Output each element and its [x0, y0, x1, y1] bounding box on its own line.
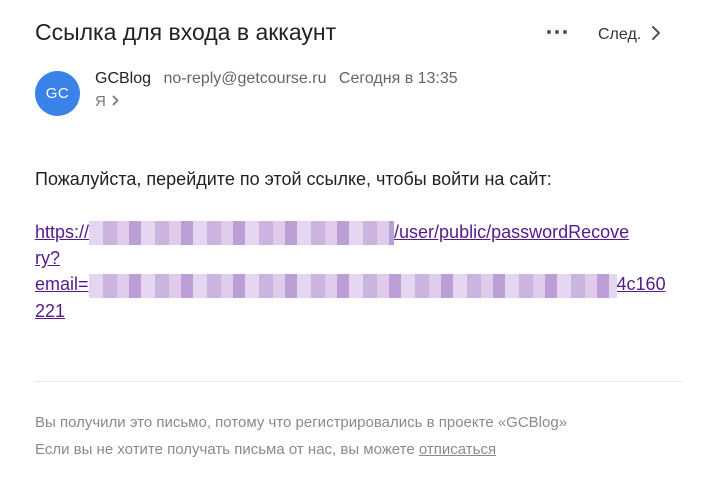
- recipient-toggle[interactable]: Я: [95, 92, 119, 112]
- footer-divider: [35, 381, 682, 382]
- email-date: Сегодня в 13:35: [338, 70, 458, 87]
- link-part-2: /user/public/passwordRecove: [394, 222, 630, 242]
- link-part-5: 4c160: [616, 274, 666, 295]
- sender-avatar[interactable]: GC: [35, 71, 80, 116]
- avatar-initials: GC: [45, 85, 70, 102]
- more-dots-icon: [545, 30, 569, 34]
- link-part-6: 221: [35, 300, 66, 321]
- sender-info: GCBlog no-reply@getcourse.ru Сегодня в 1…: [95, 68, 458, 90]
- link-part-3: ry?: [35, 248, 61, 269]
- link-part-1: https://: [35, 222, 90, 242]
- redacted-domain: [89, 221, 395, 246]
- recipient-label: Я: [95, 93, 106, 110]
- redacted-email-params: [88, 273, 617, 298]
- footer-notice: Вы получили это письмо, потому что регис…: [35, 414, 568, 431]
- email-view: Ссылка для входа в аккаунт След. GC GCBl…: [0, 0, 719, 493]
- sender-email[interactable]: no-reply@getcourse.ru: [163, 70, 326, 87]
- link-part-4: email=: [35, 274, 89, 295]
- more-actions-button[interactable]: [545, 20, 569, 44]
- login-link[interactable]: https:///user/public/passwordRecove ry? …: [35, 219, 685, 324]
- footer-unsubscribe-text: Если вы не хотите получать письма от нас…: [35, 441, 415, 458]
- next-email-label: След.: [598, 26, 642, 43]
- footer-unsubscribe-line: Если вы не хотите получать письма от нас…: [35, 440, 496, 460]
- unsubscribe-link[interactable]: отписаться: [419, 441, 496, 458]
- email-subject: Ссылка для входа в аккаунт: [35, 19, 337, 45]
- next-email-button[interactable]: След.: [598, 22, 661, 48]
- email-body-intro: Пожалуйста, перейдите по этой ссылке, чт…: [35, 169, 552, 189]
- chevron-right-small-icon: [112, 92, 119, 112]
- chevron-right-icon: [651, 25, 661, 46]
- sender-name[interactable]: GCBlog: [95, 70, 151, 87]
